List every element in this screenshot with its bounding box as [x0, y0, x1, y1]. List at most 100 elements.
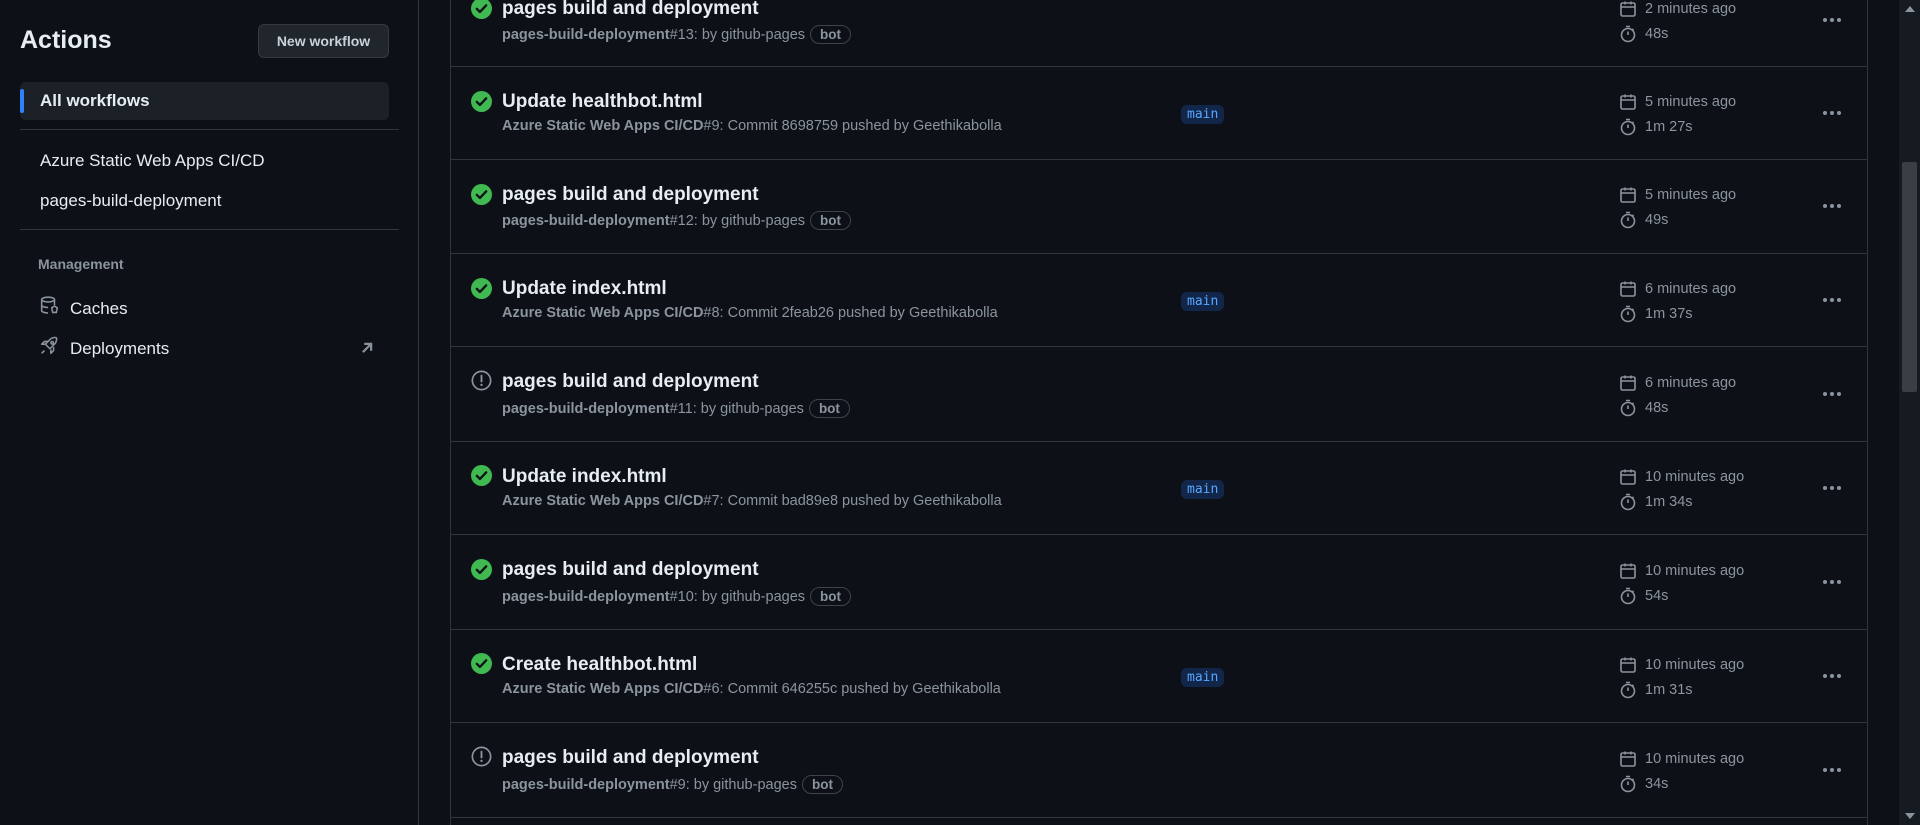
run-started: 2 minutes ago: [1619, 0, 1736, 18]
calendar-icon: [1620, 751, 1636, 767]
workflow-run-row[interactable]: pages build and deployment pages-build-d…: [451, 160, 1867, 254]
run-duration-value: 54s: [1645, 588, 1669, 604]
scroll-up-arrow[interactable]: [1905, 6, 1915, 12]
run-meta: pages-build-deployment #12: by github-pa…: [502, 211, 852, 230]
stopwatch-icon: [1620, 681, 1636, 699]
run-title[interactable]: pages build and deployment: [502, 747, 759, 769]
branch-badge[interactable]: main: [1181, 105, 1225, 124]
sidebar-item-pages-build-deployment[interactable]: pages-build-deployment: [40, 191, 221, 211]
run-duration-value: 34s: [1645, 776, 1669, 792]
workflow-run-row[interactable]: pages build and deployment pages-build-d…: [451, 0, 1867, 67]
run-title[interactable]: Update index.html: [502, 278, 667, 300]
run-title[interactable]: Update healthbot.html: [502, 91, 703, 113]
workflow-run-row[interactable]: pages build and deployment pages-build-d…: [451, 723, 1867, 818]
run-workflow-name: Azure Static Web Apps CI/CD: [502, 681, 704, 697]
run-options-button[interactable]: [1815, 286, 1849, 314]
run-title[interactable]: pages build and deployment: [502, 184, 759, 206]
run-options-button[interactable]: [1815, 756, 1849, 784]
run-meta: pages-build-deployment #13: by github-pa…: [502, 25, 852, 44]
calendar-icon: [1620, 469, 1636, 485]
run-workflow-name: pages-build-deployment: [502, 776, 670, 793]
new-workflow-button[interactable]: New workflow: [258, 24, 389, 58]
workflow-run-row[interactable]: Update healthbot.html Azure Static Web A…: [451, 67, 1867, 160]
workflow-run-row[interactable]: pages build and deployment pages-build-d…: [451, 347, 1867, 442]
scrollbar-thumb[interactable]: [1902, 162, 1917, 392]
check-circle-icon: [471, 465, 492, 486]
run-title[interactable]: Create healthbot.html: [502, 654, 697, 676]
run-duration-value: 1m 31s: [1645, 682, 1693, 698]
calendar-icon: [1620, 281, 1636, 297]
kebab-horizontal-icon: [1823, 111, 1841, 115]
run-duration-value: 49s: [1645, 212, 1669, 228]
bot-badge: bot: [810, 211, 852, 230]
workflow-run-row[interactable]: Update index.html Azure Static Web Apps …: [451, 254, 1867, 347]
workflow-run-row[interactable]: pages build and deployment pages-build-d…: [451, 535, 1867, 630]
stopwatch-icon: [1620, 118, 1636, 136]
scroll-down-arrow[interactable]: [1905, 813, 1915, 819]
run-started: 6 minutes ago: [1619, 374, 1736, 392]
bot-badge: bot: [801, 775, 843, 794]
page-scrollbar[interactable]: [1899, 0, 1920, 825]
run-title[interactable]: pages build and deployment: [502, 0, 759, 20]
calendar-icon: [1620, 375, 1636, 391]
run-workflow-name: pages-build-deployment: [502, 26, 670, 43]
run-duration-value: 1m 27s: [1645, 119, 1693, 135]
run-options-button[interactable]: [1815, 6, 1849, 34]
rocket-icon: [38, 335, 60, 362]
kebab-horizontal-icon: [1823, 580, 1841, 584]
run-title[interactable]: Update index.html: [502, 466, 667, 488]
sidebar-item-caches[interactable]: Caches: [38, 295, 378, 322]
run-title[interactable]: pages build and deployment: [502, 559, 759, 581]
branch-badge[interactable]: main: [1181, 480, 1225, 499]
workflow-run-row[interactable]: Update index.html Azure Static Web Apps …: [451, 442, 1867, 535]
sidebar-divider: [20, 229, 399, 230]
sidebar-item-label: Deployments: [70, 338, 170, 358]
run-started: 5 minutes ago: [1619, 93, 1736, 111]
kebab-horizontal-icon: [1823, 674, 1841, 678]
workflow-runs-list: pages build and deployment pages-build-d…: [450, 0, 1868, 825]
run-started: 10 minutes ago: [1619, 562, 1744, 580]
sidebar-item-all-workflows[interactable]: All workflows: [20, 82, 389, 120]
sidebar: Actions New workflow All workflows Azure…: [0, 0, 419, 825]
run-duration: 54s: [1619, 587, 1668, 605]
run-options-button[interactable]: [1815, 568, 1849, 596]
stopwatch-icon: [1620, 25, 1636, 43]
run-workflow-name: Azure Static Web Apps CI/CD: [502, 493, 704, 509]
run-options-button[interactable]: [1815, 662, 1849, 690]
run-duration-value: 1m 34s: [1645, 494, 1693, 510]
run-time-ago: 10 minutes ago: [1645, 751, 1745, 767]
run-title[interactable]: pages build and deployment: [502, 371, 759, 393]
run-time-ago: 10 minutes ago: [1645, 469, 1745, 485]
run-started: 6 minutes ago: [1619, 280, 1736, 298]
run-duration: 49s: [1619, 211, 1668, 229]
kebab-horizontal-icon: [1823, 768, 1841, 772]
run-started: 10 minutes ago: [1619, 656, 1744, 674]
run-workflow-name: Azure Static Web Apps CI/CD: [502, 305, 704, 321]
branch-badge[interactable]: main: [1181, 668, 1225, 687]
run-meta: Azure Static Web Apps CI/CD #9: Commit 8…: [502, 118, 1002, 134]
run-duration: 48s: [1619, 25, 1668, 43]
run-options-button[interactable]: [1815, 474, 1849, 502]
stopwatch-icon: [1620, 305, 1636, 323]
alert-circle-icon: [471, 370, 492, 391]
sidebar-item-azure-static-web-apps[interactable]: Azure Static Web Apps CI/CD: [40, 151, 265, 171]
check-circle-icon: [471, 0, 492, 19]
bot-badge: bot: [808, 399, 850, 418]
run-options-button[interactable]: [1815, 192, 1849, 220]
run-details: #10: by github-pages: [669, 588, 806, 605]
run-details: #6: Commit 646255c pushed by Geethikabol…: [703, 681, 1001, 697]
run-started: 5 minutes ago: [1619, 186, 1736, 204]
run-details: #11: by github-pages: [669, 400, 804, 417]
run-duration: 48s: [1619, 399, 1668, 417]
branch-badge[interactable]: main: [1181, 292, 1225, 311]
workflow-run-row[interactable]: Create healthbot.html Azure Static Web A…: [451, 630, 1867, 723]
run-duration-value: 1m 37s: [1645, 306, 1693, 322]
run-options-button[interactable]: [1815, 380, 1849, 408]
sidebar-item-deployments[interactable]: Deployments: [38, 335, 378, 362]
bot-badge: bot: [810, 587, 852, 606]
check-circle-icon: [471, 184, 492, 205]
run-workflow-name: pages-build-deployment: [502, 400, 670, 417]
calendar-icon: [1620, 94, 1636, 110]
run-options-button[interactable]: [1815, 99, 1849, 127]
kebab-horizontal-icon: [1823, 204, 1841, 208]
